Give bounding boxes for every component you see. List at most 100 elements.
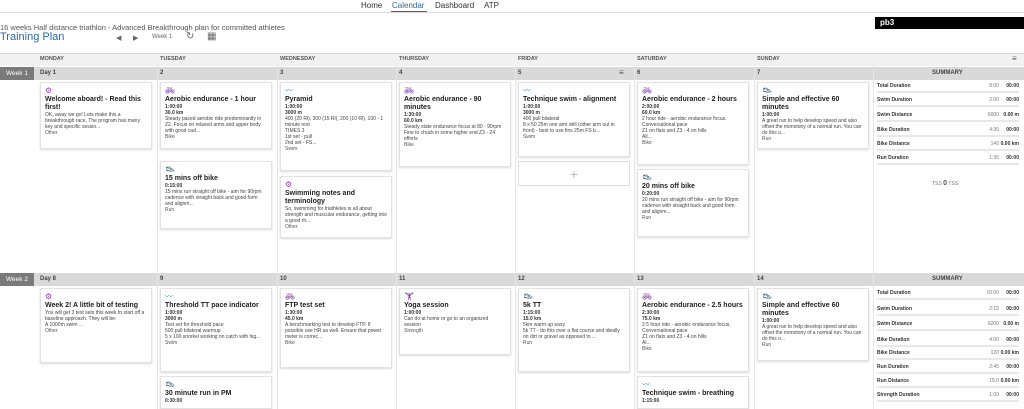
workout-title: Yoga session <box>404 302 449 309</box>
workout-description: 2 hour ride - aerobic endurance focus. C… <box>642 116 727 140</box>
nav-atp[interactable]: ATP <box>484 1 499 10</box>
workout-sport: Other <box>285 224 298 230</box>
summary-planned-value: 1:00 <box>989 392 999 398</box>
workout-sport: Run <box>523 340 533 346</box>
workout-sport: Swim <box>165 340 178 346</box>
summary-planned-value: 6000 <box>987 112 999 118</box>
summary-metric-label: Bike Distance <box>877 350 910 356</box>
day-menu-icon[interactable]: ≡ <box>619 69 624 77</box>
workout-description: A great run to help develop speed and al… <box>762 118 862 136</box>
workout-description: You will get 3 test sets this week to st… <box>45 310 145 328</box>
workout-title: Aerobic endurance - 2.5 hours <box>642 302 743 309</box>
workout-card[interactable]: 🏋︎ Yoga session 1:00:00 Can do at home or g… <box>399 288 511 355</box>
summary-actual-value: 0.00 m <box>1003 321 1019 327</box>
summary-progress-bar <box>877 400 1019 402</box>
bike-icon: 🚲︎ <box>165 86 176 95</box>
summary-actual-value: 0.00 km <box>1000 378 1019 384</box>
workout-card[interactable]: 🚲︎ FTP test set 1:30:00 45.0 km A benchmarki… <box>280 288 392 368</box>
nav-dashboard[interactable]: Dashboard <box>435 1 474 10</box>
workout-card[interactable]: 👟︎ 30 minute run in PM 0:30:00 <box>160 376 272 409</box>
summary-progress-bar <box>877 345 1019 347</box>
workout-card[interactable]: 〰 Threshold TT pace indicator 1:00:00 3000 … <box>160 288 272 372</box>
summary-actual-value: 00:00 <box>1006 97 1019 103</box>
summary-row: Bike Distance 120 0.00 km <box>877 349 1019 360</box>
day-number: 5 <box>518 70 522 76</box>
bike-icon: 🚲︎ <box>285 292 296 301</box>
summary-row: Bike Distance 140 0.00 km <box>877 140 1019 151</box>
workout-duration: 1:15:00 <box>642 398 660 404</box>
workout-description: A great run to help develop speed and al… <box>762 324 862 342</box>
workout-card[interactable]: 〰 Technique swim - breathing 1:15:00 <box>637 376 749 409</box>
header-menu-icon[interactable]: ≡ <box>1012 55 1017 63</box>
workout-card[interactable]: 🚲︎ Aerobic endurance - 2 hours 2:00:00 60.0… <box>637 82 749 165</box>
summary-progress-bar <box>877 329 1019 331</box>
workout-card[interactable]: ⚙ Welcome aboard! - Read this first! OK, a… <box>40 82 152 149</box>
summary-metric-label: Run Distance <box>877 378 909 384</box>
workout-title: 15 mins off bike <box>165 175 218 182</box>
workout-description: 15 mins run straight off bike - aim for … <box>165 189 262 207</box>
workout-card[interactable]: 🚲︎ Aerobic endurance - 90 minutes 1:30:00 6… <box>399 82 511 167</box>
summary-planned-value: 4:30 <box>989 127 999 133</box>
summary-actual-value: 00:00 <box>1006 155 1019 161</box>
run-icon: 👟︎ <box>165 165 176 174</box>
workout-card[interactable]: 🚲︎ Aerobic endurance - 1 hour 1:00:00 30.0 … <box>160 82 272 149</box>
summary-row: Total Duration 10:00 00:00 <box>877 289 1019 300</box>
bike-icon: 🚲︎ <box>642 86 653 95</box>
day-number: 10 <box>280 276 287 282</box>
summary-progress-bar <box>877 120 1019 122</box>
summary-progress-bar <box>877 163 1019 165</box>
summary-planned-value: 8:00 <box>989 83 999 89</box>
nav-home[interactable]: Home <box>361 1 382 10</box>
summary-progress-bar <box>877 358 1019 360</box>
prev-week-icon[interactable]: ◀ <box>116 34 121 42</box>
run-icon: 👟︎ <box>762 86 773 95</box>
workout-card[interactable]: ⚙ Week 2! A little bit of testing You will… <box>40 288 152 363</box>
day-number: 14 <box>757 276 764 282</box>
nav-calendar[interactable]: Calendar <box>392 1 424 10</box>
summary-row: Strength Duration 1:00 00:00 <box>877 391 1019 402</box>
workout-sport: Bike <box>642 346 652 352</box>
workout-title: 5k TT <box>523 302 542 309</box>
summary-metric-label: Run Duration <box>877 364 909 370</box>
column-divider <box>396 65 397 409</box>
day-number: 13 <box>637 276 644 282</box>
day-number: Day 1 <box>40 70 57 76</box>
workout-sport: Strength <box>404 328 423 334</box>
summary-label: SUMMARY <box>932 276 963 282</box>
week-label: Week 1 <box>0 67 34 80</box>
summary-planned-value: 2:15 <box>989 306 999 312</box>
workout-card[interactable]: 👟︎ Simple and effective 60 minutes 1:00:00… <box>757 82 869 149</box>
week-selector[interactable]: Week 1 <box>152 34 172 40</box>
workout-card[interactable]: 👟︎ 15 mins off bike 0:15:00 15 mins run str… <box>160 161 272 229</box>
summary-progress-bar <box>877 372 1019 374</box>
day-number: 6 <box>637 70 641 76</box>
summary-progress-bar <box>877 298 1019 300</box>
workout-sport: Bike <box>165 134 175 140</box>
workout-description: Steady paced aerobic ride predominantly … <box>165 116 262 134</box>
next-week-icon[interactable]: ▶ <box>133 34 138 42</box>
workout-card[interactable]: ⚙ Swimming notes and terminology So, swimm… <box>280 176 392 238</box>
summary-planned-value: 120 <box>990 350 999 356</box>
refresh-icon[interactable]: ↻ <box>186 31 194 42</box>
day-number: 3 <box>280 70 284 76</box>
summary-planned-value: 10:00 <box>986 290 999 296</box>
workout-card[interactable]: 〰 Technique swim - alignment 1:00:00 3000 m… <box>518 82 630 157</box>
workout-description: 400 pull bilateral 8 x 50 25m one arm dr… <box>523 116 615 134</box>
workout-card[interactable]: 👟︎ 20 mins off bike 0:20:00 20 mins run str… <box>637 169 749 237</box>
workout-card[interactable]: 👟︎ 5k TT 1:15:00 15.0 km 5km warm up easy 5k… <box>518 288 630 372</box>
summary-row: Total Duration 8:00 00:00 <box>877 82 1019 93</box>
summary-progress-bar <box>877 135 1019 137</box>
add-workout-button[interactable]: + <box>518 161 630 186</box>
workout-card[interactable]: 〰 Pyramid 1:00:00 3000 m 400 (20 Rl), 300 (1… <box>280 82 392 171</box>
summary-actual-value: 00:00 <box>1006 290 1019 296</box>
summary-actual-value: 00:00 <box>1006 83 1019 89</box>
workout-description: 20 mins run straight off bike - aim for … <box>642 197 739 215</box>
summary-metric-label: Bike Duration <box>877 127 910 133</box>
calendar-icon[interactable]: ▦ <box>207 31 216 42</box>
day-number: 9 <box>160 276 164 282</box>
workout-card[interactable]: 👟︎ Simple and effective 60 minutes 1:00:00… <box>757 288 869 361</box>
week-bar: Week 2 Day 8 9 10 11 12 13 14 SUMMARY <box>0 273 1024 286</box>
workout-card[interactable]: 🚲︎ Aerobic endurance - 2.5 hours 2:30:00 75… <box>637 288 749 372</box>
summary-planned-value: 1:35 <box>989 155 999 161</box>
week-label: Week 2 <box>0 273 34 286</box>
